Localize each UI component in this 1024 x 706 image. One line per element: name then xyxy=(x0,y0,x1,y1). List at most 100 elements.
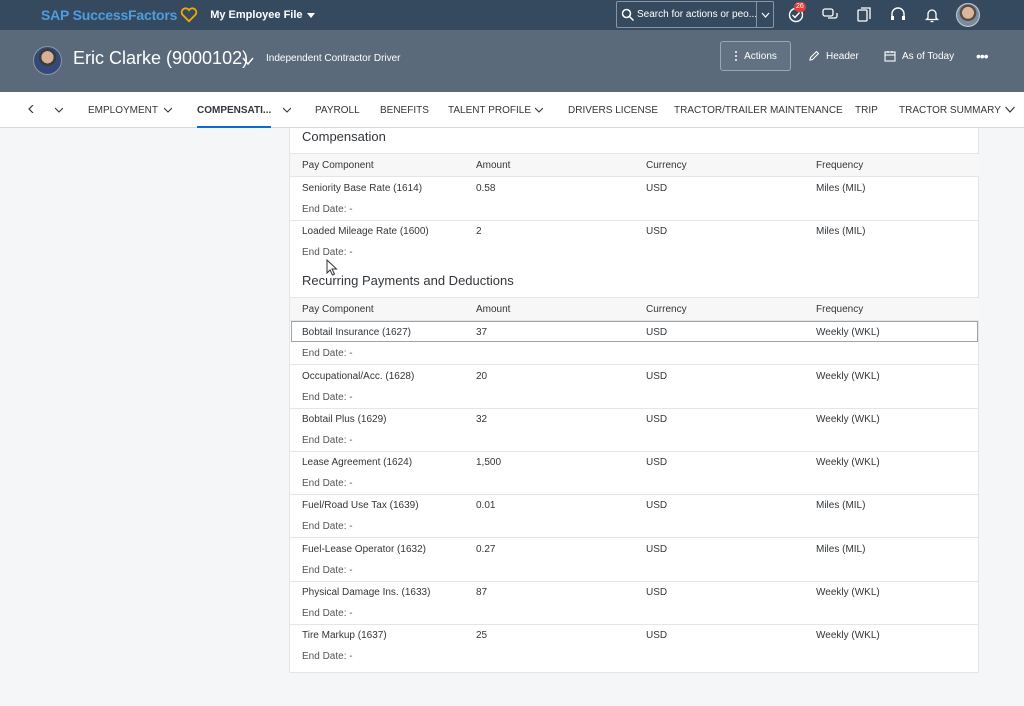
column-header: Amount xyxy=(476,160,511,171)
table-row[interactable]: Lease Agreement (1624) 1,500 USD Weekly … xyxy=(290,451,979,495)
chevron-down-icon[interactable] xyxy=(283,107,291,113)
amount: 37 xyxy=(476,327,488,338)
more-options-button[interactable]: ••• xyxy=(976,41,989,71)
end-date: End Date: - xyxy=(302,521,353,532)
pay-component: Bobtail Insurance (1627) xyxy=(302,327,411,338)
people-profile-icon[interactable] xyxy=(855,6,873,24)
mouse-pointer-icon xyxy=(326,259,338,276)
tab-tractor-summary[interactable]: TRACTOR SUMMARY xyxy=(899,92,1001,128)
frequency: Miles (MIL) xyxy=(816,544,866,555)
actions-button[interactable]: Actions xyxy=(720,41,791,71)
header-edit-button[interactable]: Header xyxy=(808,41,859,71)
chevron-down-icon[interactable] xyxy=(1005,106,1015,113)
bell-icon[interactable] xyxy=(923,6,941,24)
app-menu-button[interactable]: My Employee File xyxy=(210,9,315,21)
frequency: Miles (MIL) xyxy=(816,226,866,237)
tab-compensation[interactable]: COMPENSATI... xyxy=(197,92,271,128)
pencil-icon xyxy=(809,50,820,61)
currency: USD xyxy=(646,371,668,382)
app-menu-label: My Employee File xyxy=(210,9,303,21)
brand-name: SAP SuccessFactors xyxy=(41,7,178,23)
currency: USD xyxy=(646,414,668,425)
tab-drivers-license-label: DRIVERS LICENSE xyxy=(568,104,659,116)
recurring-table-header: Pay Component Amount Currency Frequency xyxy=(290,297,979,321)
table-row[interactable]: Tire Markup (1637) 25 USD Weekly (WKL) E… xyxy=(290,624,979,668)
employee-job-title: Independent Contractor Driver xyxy=(266,53,401,64)
column-header: Frequency xyxy=(816,160,864,171)
tab-payroll-label: PAYROLL xyxy=(315,104,360,116)
tab-payroll[interactable]: PAYROLL xyxy=(315,92,360,128)
end-date: End Date: - xyxy=(302,478,353,489)
headset-help-icon[interactable] xyxy=(889,6,907,24)
tab-employment[interactable]: EMPLOYMENT xyxy=(88,92,158,128)
chat-bubbles-icon[interactable] xyxy=(821,6,839,24)
frequency: Weekly (WKL) xyxy=(816,630,880,641)
frequency: Miles (MIL) xyxy=(816,500,866,511)
shell-bar: SAP SuccessFactors My Employee File Sear… xyxy=(0,0,1024,30)
currency: USD xyxy=(646,327,668,338)
amount: 32 xyxy=(476,414,488,425)
pay-component: Bobtail Plus (1629) xyxy=(302,414,387,425)
employee-name[interactable]: Eric Clarke (9000102) xyxy=(73,48,248,69)
chevron-down-icon[interactable] xyxy=(164,107,172,113)
table-row[interactable]: Occupational/Acc. (1628) 20 USD Weekly (… xyxy=(290,365,979,409)
table-row[interactable]: Fuel/Road Use Tax (1639) 0.01 USD Miles … xyxy=(290,494,979,538)
column-header: Amount xyxy=(476,304,511,315)
end-date: End Date: - xyxy=(302,435,353,446)
amount: 87 xyxy=(476,587,488,598)
chevron-down-icon[interactable] xyxy=(242,56,254,66)
tab-drivers-license[interactable]: DRIVERS LICENSE xyxy=(568,92,658,128)
end-date: End Date: - xyxy=(302,247,353,258)
calendar-icon xyxy=(884,51,896,62)
search-input[interactable]: Search for actions or peo... xyxy=(616,1,774,28)
table-row[interactable]: Bobtail Plus (1629) 32 USD Weekly (WKL) … xyxy=(290,408,979,452)
chevron-down-icon[interactable] xyxy=(55,107,63,113)
as-of-date-button[interactable]: As of Today xyxy=(884,41,954,71)
currency: USD xyxy=(646,544,668,555)
frequency: Miles (MIL) xyxy=(816,183,866,194)
amount: 0.58 xyxy=(476,183,496,194)
employee-header: Eric Clarke (9000102) Independent Contra… xyxy=(0,30,1024,92)
pay-component: Fuel-Lease Operator (1632) xyxy=(302,544,426,555)
tab-tractor-trailer-maintenance[interactable]: TRACTOR/TRAILER MAINTENANCE xyxy=(674,92,843,128)
vertical-dots-icon xyxy=(735,51,738,61)
tab-tractor-trailer-maintenance-label: TRACTOR/TRAILER MAINTENANCE xyxy=(674,104,843,116)
notification-count-badge: 26 xyxy=(794,2,806,12)
frequency: Weekly (WKL) xyxy=(816,327,880,338)
tab-trip[interactable]: TRIP xyxy=(855,92,878,128)
employee-avatar xyxy=(33,46,62,75)
pay-component: Physical Damage Ins. (1633) xyxy=(302,587,431,598)
table-row[interactable]: Seniority Base Rate (1614) 0.58 USD Mile… xyxy=(290,177,979,221)
tab-benefits[interactable]: BENEFITS xyxy=(380,92,429,128)
chevron-left-icon[interactable] xyxy=(27,105,35,113)
currency: USD xyxy=(646,500,668,511)
tab-talent-profile[interactable]: TALENT PROFILE xyxy=(448,92,531,128)
search-scope-dropdown[interactable] xyxy=(756,2,773,27)
table-row[interactable]: Loaded Mileage Rate (1600) 2 USD Miles (… xyxy=(290,220,979,264)
pay-component: Fuel/Road Use Tax (1639) xyxy=(302,500,419,511)
table-row[interactable]: Fuel-Lease Operator (1632) 0.27 USD Mile… xyxy=(290,538,979,582)
user-avatar[interactable] xyxy=(956,3,980,27)
end-date: End Date: - xyxy=(302,348,353,359)
table-row[interactable]: Bobtail Insurance (1627) 37 USD Weekly (… xyxy=(290,321,979,365)
header-label: Header xyxy=(826,50,859,62)
pay-component: Tire Markup (1637) xyxy=(302,630,387,641)
currency: USD xyxy=(646,226,668,237)
heart-icon xyxy=(181,7,198,23)
compensation-card: Compensation Pay Component Amount Curren… xyxy=(289,128,979,673)
pay-component: Loaded Mileage Rate (1600) xyxy=(302,226,429,237)
table-row[interactable]: Physical Damage Ins. (1633) 87 USD Weekl… xyxy=(290,581,979,625)
section-tab-bar: EMPLOYMENT COMPENSATI... PAYROLL BENEFIT… xyxy=(0,92,1024,128)
frequency: Weekly (WKL) xyxy=(816,457,880,468)
tab-compensation-label: COMPENSATI... xyxy=(197,104,272,116)
frequency: Weekly (WKL) xyxy=(816,371,880,382)
amount: 2 xyxy=(476,226,482,237)
column-header: Frequency xyxy=(816,304,864,315)
end-date: End Date: - xyxy=(302,651,353,662)
amount: 20 xyxy=(476,371,488,382)
pay-component: Occupational/Acc. (1628) xyxy=(302,371,415,382)
tab-tractor-summary-label: TRACTOR SUMMARY xyxy=(899,104,1001,116)
sap-successfactors-logo[interactable]: SAP SuccessFactors xyxy=(41,7,198,23)
caret-down-icon xyxy=(306,12,315,18)
chevron-down-icon[interactable] xyxy=(535,107,543,113)
